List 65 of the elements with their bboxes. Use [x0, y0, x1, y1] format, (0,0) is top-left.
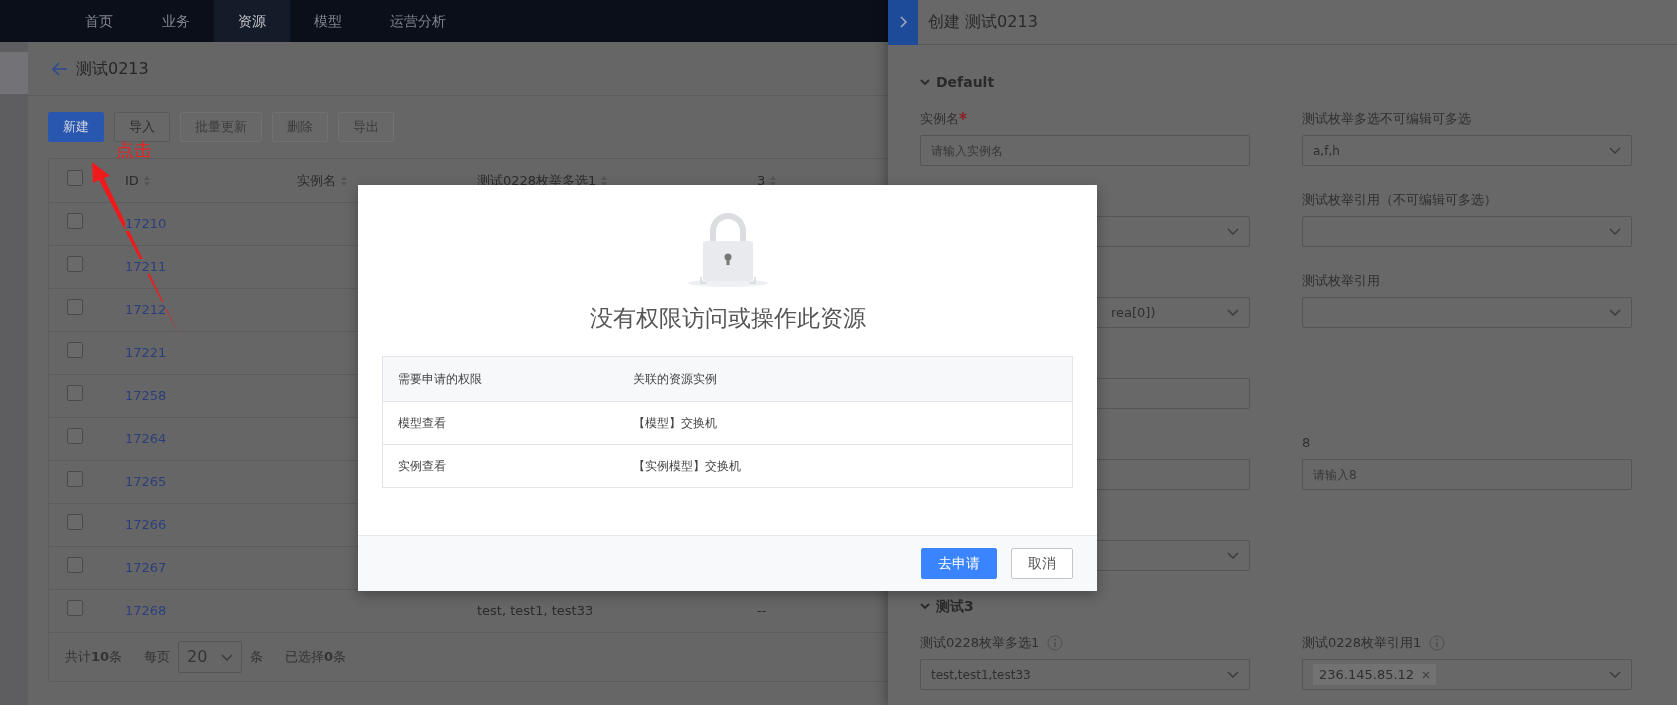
field-label: 实例名 [920, 110, 959, 128]
toolbar-button[interactable]: 新建 [48, 112, 104, 142]
row-checkbox[interactable] [67, 256, 83, 273]
nav-tab[interactable]: 首页 [60, 0, 138, 42]
chevron-down-icon [1609, 309, 1621, 316]
id-link[interactable]: 17211 [125, 259, 167, 275]
row-checkbox[interactable] [67, 342, 83, 359]
sort-icon[interactable] [769, 174, 778, 187]
chevron-down-icon [1609, 147, 1621, 154]
table-cell-text: 实例查看 [397, 457, 447, 475]
row-checkbox[interactable] [67, 428, 83, 445]
row-checkbox[interactable] [67, 514, 83, 531]
select-all-checkbox[interactable] [67, 169, 83, 186]
chevron-down-icon [221, 653, 234, 661]
row-checkbox[interactable] [67, 471, 83, 488]
close-icon[interactable] [1422, 670, 1431, 679]
chevron-right-icon [899, 16, 907, 28]
select-field[interactable] [1302, 216, 1632, 247]
column-header[interactable]: ID [125, 170, 139, 191]
id-link[interactable]: 17210 [125, 216, 167, 232]
row-checkbox[interactable] [67, 600, 83, 617]
table-cell-text: 模型查看 [397, 414, 447, 432]
row-checkbox[interactable] [67, 299, 83, 316]
chevron-down-icon [1609, 671, 1621, 678]
dialog-button[interactable]: 取消 [1011, 548, 1073, 579]
chevron-down-icon [1227, 228, 1239, 235]
row-checkbox[interactable] [67, 385, 83, 402]
dialog-button[interactable]: 去申请 [921, 548, 997, 579]
table-cell-text: 【实例模型】交换机 [633, 457, 741, 475]
column-header: 需要申请的权限 [397, 370, 483, 388]
nav-tab[interactable]: 资源 [214, 0, 290, 42]
select-value: a,f,h [1313, 142, 1340, 160]
dialog-title: 没有权限访问或操作此资源 [588, 304, 867, 333]
chevron-down-icon[interactable] [920, 78, 930, 86]
chevron-down-icon [1227, 671, 1239, 678]
sort-icon[interactable] [600, 174, 609, 187]
chevron-down-icon [1609, 228, 1621, 235]
select-field[interactable] [1302, 297, 1632, 328]
page-title: 测试0213 [76, 57, 149, 80]
section-title[interactable]: 测试3 [936, 595, 974, 617]
column-header: 关联的资源实例 [633, 370, 717, 388]
back-arrow-icon[interactable] [52, 61, 68, 76]
select-field[interactable]: test,test1,test33 [920, 659, 1250, 690]
field-label: 8 [1302, 434, 1311, 452]
select-value: rea[0]) [1110, 303, 1156, 322]
row-checkbox[interactable] [67, 213, 83, 230]
nav-tab[interactable]: 业务 [138, 0, 214, 42]
sidebar-item[interactable] [0, 52, 28, 94]
drawer-title: 创建 测试0213 [927, 11, 1038, 33]
table-cell: test, test1, test33 [477, 603, 594, 619]
select-field[interactable]: 236.145.85.12 [1302, 659, 1632, 690]
nav-tab[interactable]: 模型 [290, 0, 366, 42]
column-header[interactable]: 实例名 [297, 170, 336, 191]
chevron-down-icon [1227, 309, 1239, 316]
tag: 236.145.85.12 [1313, 663, 1437, 686]
chevron-down-icon[interactable] [920, 602, 930, 610]
table-cell: -- [757, 603, 767, 619]
select-value: test,test1,test33 [931, 666, 1031, 684]
collapse-button[interactable] [888, 0, 918, 45]
section-title[interactable]: Default [936, 71, 995, 93]
row-checkbox[interactable] [67, 557, 83, 574]
chevron-down-icon [1227, 552, 1239, 559]
table-cell-text: 【模型】交换机 [633, 414, 717, 432]
select-field[interactable]: a,f,h [1302, 135, 1632, 166]
nav-tab[interactable]: 运营分析 [366, 0, 470, 42]
